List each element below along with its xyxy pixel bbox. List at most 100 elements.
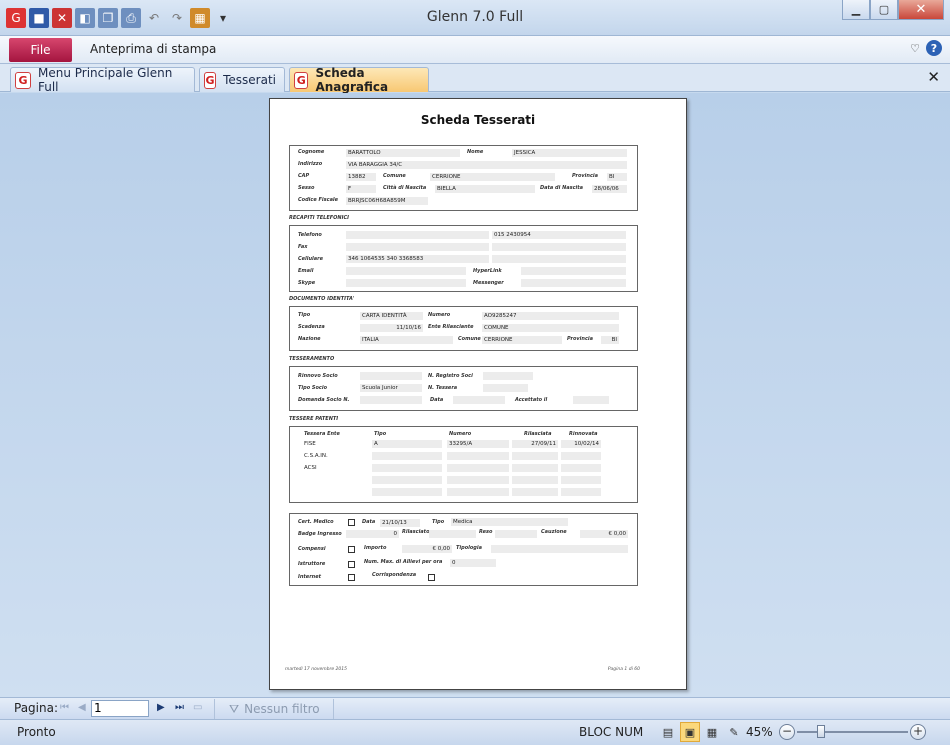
table-cell bbox=[512, 476, 558, 484]
table-cell bbox=[512, 452, 558, 460]
maximize-button[interactable]: ▢ bbox=[870, 0, 898, 20]
fax-field-1 bbox=[346, 243, 489, 251]
tesseramento-box: Rinnovo Socio N. Registro Soci Tipo Soci… bbox=[289, 366, 638, 411]
label: Badge Ingresso bbox=[298, 531, 342, 537]
tab-label: Tesserati bbox=[223, 73, 276, 87]
label: Comune bbox=[383, 173, 406, 179]
tab-scheda-anagrafica[interactable]: G Scheda Anagrafica bbox=[289, 66, 429, 94]
close-tab-icon[interactable]: ✕ bbox=[927, 68, 940, 86]
label: Corrispondenza bbox=[372, 572, 417, 578]
filter-label: Nessun filtro bbox=[244, 702, 320, 716]
form-icon: G bbox=[204, 71, 217, 89]
label: Cognome bbox=[298, 149, 325, 155]
table-cell bbox=[512, 488, 558, 496]
label: Reso bbox=[479, 529, 493, 535]
skype-field bbox=[346, 279, 466, 287]
recapiti-box: Telefono 015 2430954 Fax Cellulare 346 1… bbox=[289, 225, 638, 292]
previous-page-icon[interactable]: ◀ bbox=[78, 702, 86, 713]
label: Codice Fiscale bbox=[298, 197, 339, 203]
form-view-icon[interactable]: ▤ bbox=[658, 722, 678, 742]
cap-field: 13882 bbox=[346, 173, 376, 181]
label: Skype bbox=[298, 280, 316, 286]
table-cell: ACSI bbox=[304, 465, 317, 471]
telefono-field-2: 015 2430954 bbox=[492, 231, 626, 239]
next-page-icon[interactable]: ▶ bbox=[157, 702, 165, 713]
label: Internet bbox=[298, 574, 322, 580]
cellulare-field-1: 346 1064535 340 3368583 bbox=[346, 255, 489, 263]
zoom-in-button[interactable]: + bbox=[910, 724, 926, 740]
label: Tipo bbox=[298, 312, 311, 318]
data-nascita-field: 28/06/06 bbox=[592, 185, 627, 193]
nome-field: JESSICA bbox=[512, 149, 627, 157]
nazione-field: ITALIA bbox=[360, 336, 453, 344]
tipo-cert-field: Medica bbox=[451, 518, 568, 526]
ente-rilasciante-field: COMUNE bbox=[482, 324, 619, 332]
tab-menu-principale[interactable]: G Menu Principale Glenn Full bbox=[10, 66, 195, 94]
file-tab[interactable]: File bbox=[9, 38, 72, 62]
accettato-field bbox=[573, 396, 609, 404]
label: Nazione bbox=[298, 336, 321, 342]
zoom-slider[interactable] bbox=[797, 731, 908, 733]
data-cert-field: 21/10/13 bbox=[380, 519, 420, 527]
record-navigation-bar: Pagina: ⏮ ◀ 1 ▶ ⏭ ▭ ⛛ Nessun filtro bbox=[0, 697, 950, 719]
tab-label: Scheda Anagrafica bbox=[315, 66, 389, 94]
label: Importo bbox=[364, 545, 387, 551]
domanda-field bbox=[360, 396, 422, 404]
zoom-out-button[interactable]: − bbox=[779, 724, 795, 740]
label: Provincia bbox=[572, 173, 598, 179]
label: Domanda Socio N. bbox=[298, 397, 350, 403]
numero-doc-field: AO9285247 bbox=[482, 312, 619, 320]
allievi-field: 0 bbox=[450, 559, 496, 567]
print-preview-view-icon[interactable]: ▣ bbox=[680, 722, 700, 742]
help-icon[interactable]: ? bbox=[926, 40, 942, 56]
table-cell bbox=[372, 476, 442, 484]
minimize-ribbon-icon[interactable]: ♡ bbox=[910, 42, 920, 55]
label: Cert. Medico bbox=[298, 519, 334, 525]
table-cell bbox=[447, 476, 509, 484]
page-label: Pagina: bbox=[14, 701, 59, 715]
label: Indirizzo bbox=[298, 161, 323, 167]
report-footer-page: Pagina 1 di 60 bbox=[607, 667, 640, 672]
minimize-button[interactable]: ▁ bbox=[842, 0, 870, 20]
view-switcher: ▤ ▣ ▦ ✎ bbox=[658, 722, 744, 742]
label: Rilasciato bbox=[402, 529, 430, 535]
section-documento: DOCUMENTO IDENTITA' bbox=[289, 296, 355, 302]
label: Nome bbox=[467, 149, 484, 155]
filter-icon: ⛛ bbox=[229, 701, 240, 716]
col-header: Numero bbox=[449, 431, 472, 437]
document-tabs: G Menu Principale Glenn Full G Tesserati… bbox=[0, 64, 950, 94]
first-page-icon[interactable]: ⏮ bbox=[60, 702, 69, 713]
n-registro-field bbox=[483, 372, 533, 380]
new-record-icon[interactable]: ▭ bbox=[193, 702, 202, 713]
label: Cauzione bbox=[541, 529, 567, 535]
zoom-slider-thumb[interactable] bbox=[817, 725, 825, 738]
filter-button[interactable]: ⛛ Nessun filtro bbox=[214, 699, 334, 719]
tab-label: Menu Principale Glenn Full bbox=[38, 66, 173, 94]
table-cell bbox=[561, 464, 601, 472]
label: Comune bbox=[458, 336, 481, 342]
compensi-checkbox bbox=[348, 546, 355, 553]
label: Rinnovo Socio bbox=[298, 373, 338, 379]
citta-nascita-field: BIELLA bbox=[435, 185, 535, 193]
table-cell bbox=[372, 452, 442, 460]
cellulare-field-2 bbox=[492, 255, 626, 263]
tab-tesserati[interactable]: G Tesserati bbox=[199, 67, 285, 92]
close-window-button[interactable]: ✕ bbox=[898, 0, 944, 20]
label: Data bbox=[430, 397, 444, 403]
layout-view-icon[interactable]: ▦ bbox=[702, 722, 722, 742]
comune-field: CERRIONE bbox=[430, 173, 555, 181]
section-recapiti: RECAPITI TELEFONICI bbox=[289, 215, 350, 221]
table-cell bbox=[561, 476, 601, 484]
design-view-icon[interactable]: ✎ bbox=[724, 722, 744, 742]
window-title: Glenn 7.0 Full bbox=[426, 9, 524, 25]
section-patenti: TESSERE PATENTI bbox=[289, 416, 339, 422]
col-header: Rinnovata bbox=[569, 431, 598, 437]
print-preview-tab[interactable]: Anteprima di stampa bbox=[90, 42, 216, 56]
label: N. Tessera bbox=[428, 385, 458, 391]
page-number-input[interactable]: 1 bbox=[91, 700, 149, 717]
last-page-icon[interactable]: ⏭ bbox=[175, 702, 184, 713]
label: Messenger bbox=[473, 280, 504, 286]
fax-field-2 bbox=[492, 243, 626, 251]
istruttore-checkbox bbox=[348, 561, 355, 568]
internet-checkbox bbox=[348, 574, 355, 581]
